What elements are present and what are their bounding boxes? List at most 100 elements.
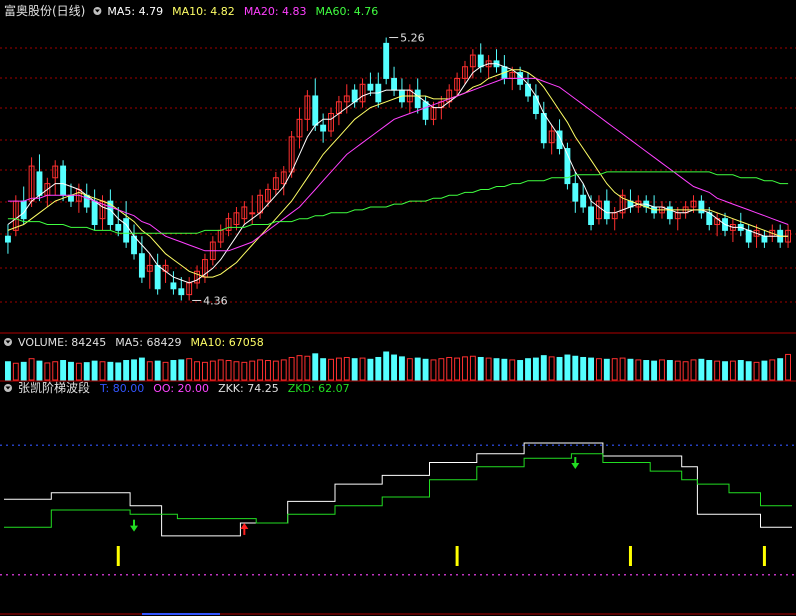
volume-bar bbox=[651, 360, 658, 381]
volume-bar bbox=[241, 361, 248, 381]
indicator-legend-item: ZKD: 62.07 bbox=[288, 382, 350, 395]
volume-bar bbox=[367, 358, 374, 381]
candle-body bbox=[178, 288, 185, 296]
indicator-legend-item: OO: 20.00 bbox=[153, 382, 209, 395]
candle-body bbox=[572, 183, 579, 202]
volume-bar bbox=[477, 356, 484, 381]
volume-bar bbox=[328, 358, 334, 381]
volume-bar bbox=[422, 358, 429, 381]
volume-bar bbox=[201, 361, 208, 381]
ma-legend-item: MA5: 4.79 bbox=[107, 5, 163, 18]
volume-bar bbox=[257, 359, 264, 381]
volume-bar bbox=[83, 362, 90, 381]
volume-bar bbox=[603, 358, 610, 381]
candle-body bbox=[367, 83, 374, 91]
candle-body bbox=[36, 171, 43, 196]
volume-bar bbox=[611, 358, 618, 381]
volume-bar bbox=[745, 361, 752, 381]
buy-arrow-head bbox=[240, 522, 249, 529]
volume-bar bbox=[359, 357, 366, 381]
ma-legend-item: MA10: 4.82 bbox=[172, 5, 235, 18]
volume-bar bbox=[335, 357, 342, 381]
volume-bar bbox=[194, 361, 201, 381]
candle-body bbox=[383, 42, 390, 79]
volume-bar bbox=[690, 359, 697, 381]
candle-body bbox=[580, 194, 587, 208]
ma-legend-item: MA20: 4.83 bbox=[244, 5, 307, 18]
low-price-label: 4.36 bbox=[203, 294, 228, 307]
volume-bar bbox=[438, 358, 445, 381]
volume-bar bbox=[753, 361, 760, 381]
volume-bar bbox=[288, 356, 295, 381]
volume-bar bbox=[469, 355, 476, 381]
volume-bar bbox=[115, 362, 122, 381]
volume-bar bbox=[351, 358, 358, 381]
volume-bar bbox=[249, 360, 256, 381]
candle-body bbox=[312, 95, 319, 126]
volume-bar bbox=[398, 356, 405, 381]
candle-body bbox=[4, 235, 11, 243]
volume-bar bbox=[643, 360, 650, 381]
volume-bar bbox=[588, 357, 595, 381]
oscillator-title: 张凯阶梯波段 bbox=[18, 380, 90, 395]
sell-arrow-head bbox=[571, 463, 580, 470]
volume-bar bbox=[391, 354, 398, 381]
volume-bar bbox=[91, 360, 98, 381]
ma5-line bbox=[7, 63, 789, 284]
volume-bar bbox=[154, 360, 161, 381]
candle-body bbox=[761, 235, 768, 243]
volume-bar bbox=[225, 360, 232, 381]
ma-legend-item: MA60: 4.76 bbox=[316, 5, 379, 18]
volume-bar bbox=[572, 355, 579, 381]
volume-bar bbox=[659, 359, 665, 381]
volume-bar bbox=[131, 359, 137, 381]
candle-body bbox=[170, 282, 177, 290]
volume-bar bbox=[462, 356, 468, 381]
candle-body bbox=[391, 77, 398, 91]
candle-body bbox=[115, 224, 122, 231]
volume-bar bbox=[68, 361, 74, 381]
candle-body bbox=[477, 54, 484, 68]
volume-bar bbox=[209, 360, 216, 381]
volume-bar bbox=[627, 358, 634, 381]
volume-bar bbox=[619, 357, 626, 381]
high-price-label: 5.26 bbox=[400, 32, 425, 45]
volume-bar bbox=[635, 359, 642, 381]
volume-bar bbox=[525, 358, 531, 381]
volume-bar bbox=[406, 358, 413, 381]
candle-body bbox=[745, 229, 752, 243]
volume-bar bbox=[777, 358, 784, 381]
volume-bar bbox=[785, 353, 792, 381]
volume-bar bbox=[722, 361, 728, 381]
zkd-line bbox=[4, 453, 792, 528]
indicator-legend-item: MA5: 68429 bbox=[115, 336, 181, 349]
volume-bar bbox=[595, 358, 602, 381]
volume-bar bbox=[454, 357, 461, 381]
volume-bar bbox=[493, 358, 500, 381]
volume-bar bbox=[485, 357, 492, 381]
candle-body bbox=[249, 212, 256, 215]
volume-bar bbox=[217, 359, 224, 381]
candle-body bbox=[698, 200, 705, 214]
volume-bar bbox=[123, 360, 130, 381]
volume-bar bbox=[233, 361, 240, 381]
zkk-line bbox=[4, 442, 792, 537]
volume-bar bbox=[146, 361, 153, 381]
candle-body bbox=[588, 206, 595, 226]
chart-canvas[interactable]: 5.26 4.36 富奥股份(日线) MA5: 4.79 MA10: 4.82 MA20:… bbox=[0, 0, 796, 616]
volume-bar bbox=[761, 360, 768, 381]
volume-bar bbox=[280, 359, 287, 381]
candle-body bbox=[422, 101, 429, 120]
volume-bar bbox=[44, 362, 51, 381]
volume-bar bbox=[509, 359, 516, 381]
volume-bar bbox=[414, 357, 421, 381]
volume-bar bbox=[36, 360, 43, 381]
sell-arrow-head bbox=[130, 525, 139, 532]
candle-body bbox=[60, 165, 67, 196]
volume-bar bbox=[170, 360, 177, 381]
volume-bar bbox=[28, 358, 35, 381]
volume-bar bbox=[75, 362, 82, 381]
volume-bar bbox=[320, 358, 327, 381]
volume-bar bbox=[383, 351, 390, 381]
volume-bar bbox=[265, 360, 271, 381]
